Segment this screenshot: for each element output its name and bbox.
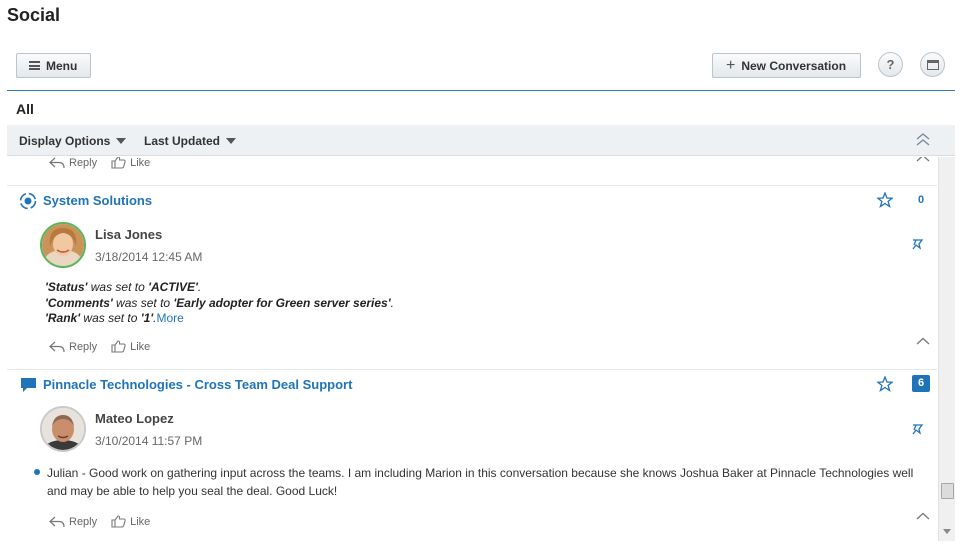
like-label: Like xyxy=(130,340,151,353)
reply-button[interactable]: Reply xyxy=(49,341,97,353)
previous-item-actions: Reply Like xyxy=(49,157,164,169)
caret-down-icon xyxy=(226,138,237,144)
conversation-actions: Reply Like xyxy=(49,515,164,528)
reply-label: Reply xyxy=(69,157,98,169)
plus-icon: + xyxy=(726,56,736,74)
record-icon xyxy=(19,192,37,210)
collapse-all-icon[interactable] xyxy=(915,131,931,149)
reply-label: Reply xyxy=(69,515,98,528)
like-button[interactable]: Like xyxy=(111,157,150,169)
menu-icon xyxy=(29,61,40,70)
sort-dropdown[interactable]: Last Updated xyxy=(144,134,237,148)
scroll-down-icon[interactable] xyxy=(943,529,951,534)
toolbar: Display Options Last Updated xyxy=(7,125,955,156)
reply-icon xyxy=(49,516,65,527)
message-count: 0 xyxy=(917,194,925,206)
scrollbar-thumb[interactable] xyxy=(941,483,954,499)
star-icon[interactable] xyxy=(877,192,893,208)
display-options-dropdown[interactable]: Display Options xyxy=(19,134,127,148)
chevron-up-icon[interactable] xyxy=(916,157,930,162)
help-icon: ? xyxy=(886,57,895,72)
help-button[interactable]: ? xyxy=(878,52,903,77)
more-link[interactable]: More xyxy=(157,311,184,325)
avatar xyxy=(40,406,86,452)
chevron-up-icon[interactable] xyxy=(916,337,930,345)
like-button[interactable]: Like xyxy=(111,340,150,353)
menu-button-label: Menu xyxy=(46,58,78,73)
display-options-label: Display Options xyxy=(19,134,111,148)
filter-title: All xyxy=(16,101,34,117)
reply-button[interactable]: Reply xyxy=(49,516,97,528)
window-button[interactable] xyxy=(920,52,945,77)
row-divider xyxy=(7,369,937,370)
like-button[interactable]: Like xyxy=(111,515,150,528)
sort-label: Last Updated xyxy=(144,134,221,148)
timestamp: 3/10/2014 11:57 PM xyxy=(95,434,203,448)
chevron-up-icon[interactable] xyxy=(916,512,930,520)
timestamp: 3/18/2014 12:45 AM xyxy=(95,250,203,264)
reply-button[interactable]: Reply xyxy=(49,157,97,169)
like-icon xyxy=(111,340,126,353)
conversation-title[interactable]: System Solutions xyxy=(43,193,152,208)
avatar xyxy=(40,222,86,268)
like-label: Like xyxy=(130,157,151,169)
author-name[interactable]: Lisa Jones xyxy=(95,227,162,242)
message-count-badge: 6 xyxy=(912,375,930,392)
scrollbar[interactable] xyxy=(938,157,955,541)
conversation-icon xyxy=(21,378,36,392)
reply-icon xyxy=(49,341,65,352)
change-line: 'Status' was set to 'ACTIVE'. xyxy=(45,280,202,294)
like-label: Like xyxy=(130,515,151,528)
conversation-list: Reply Like System Solutions 0 Lisa Jones… xyxy=(7,157,955,541)
reply-icon xyxy=(49,157,65,168)
caret-down-icon xyxy=(116,138,127,144)
row-divider xyxy=(7,185,937,186)
like-icon xyxy=(111,515,126,528)
header-divider xyxy=(7,90,955,91)
pin-icon[interactable] xyxy=(911,422,925,436)
app-title: Social xyxy=(7,5,61,25)
like-icon xyxy=(111,157,126,169)
change-line: 'Rank' was set to '1'.More xyxy=(45,311,184,325)
author-name[interactable]: Mateo Lopez xyxy=(95,411,174,426)
conversation-actions: Reply Like xyxy=(49,340,164,353)
new-conversation-label: New Conversation xyxy=(741,58,847,73)
pin-icon[interactable] xyxy=(911,237,925,251)
menu-button[interactable]: Menu xyxy=(16,53,91,78)
star-icon[interactable] xyxy=(877,376,893,392)
change-line: 'Comments' was set to 'Early adopter for… xyxy=(45,295,394,310)
conversation-title[interactable]: Pinnacle Technologies - Cross Team Deal … xyxy=(43,377,352,392)
reply-label: Reply xyxy=(69,340,98,353)
new-conversation-button[interactable]: + New Conversation xyxy=(712,53,861,78)
message-text: Julian - Good work on gathering input ac… xyxy=(47,466,914,498)
message-bullet xyxy=(34,469,40,475)
window-icon xyxy=(926,59,939,70)
